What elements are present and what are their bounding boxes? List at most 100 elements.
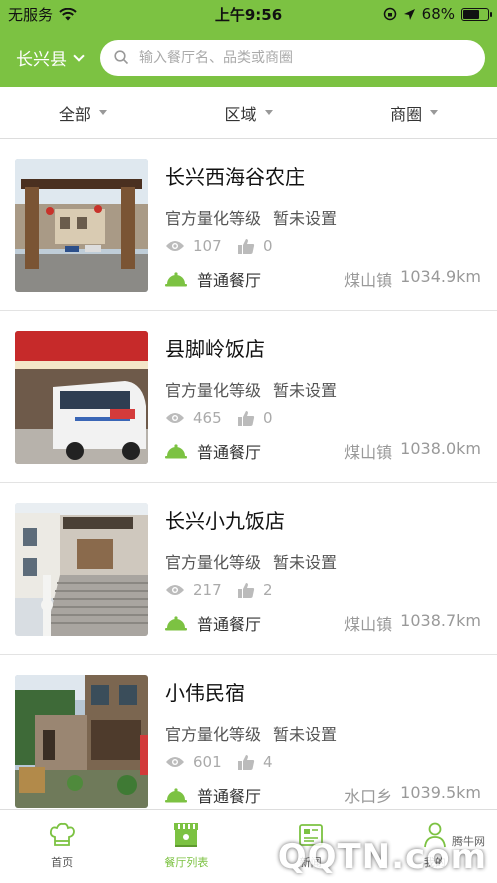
restaurant-type: 普通餐厅: [197, 615, 262, 634]
type-location-row: 普通餐厅 煤山镇 1034.9km: [165, 267, 481, 291]
views-count: 107: [193, 237, 222, 255]
restaurant-type: 普通餐厅: [197, 271, 262, 290]
restaurant-list-item[interactable]: 长兴西海谷农庄 官方量化等级 暂未设置 107 0 普通餐厅 煤山镇 1034.…: [0, 139, 497, 311]
restaurant-name: 县脚岭饭店: [165, 337, 265, 361]
restaurant-thumbnail: [15, 503, 148, 636]
battery-fill: [463, 9, 480, 19]
food-cloche-icon: [165, 788, 187, 803]
type-group: 普通餐厅: [165, 783, 261, 807]
stats-row: 465 0: [165, 407, 481, 429]
restaurant-town: 煤山镇: [344, 615, 393, 634]
filter-area[interactable]: 区域: [166, 87, 332, 138]
restaurant-info: 县脚岭饭店 官方量化等级 暂未设置 465 0 普通餐厅 煤山镇 1038.0k…: [148, 331, 481, 482]
food-cloche-icon: [165, 444, 187, 459]
building-stairs-photo: [15, 503, 148, 636]
eye-icon: [166, 585, 184, 595]
city-selector[interactable]: 长兴县: [16, 45, 100, 70]
likes-count: 2: [263, 581, 273, 599]
food-cloche-icon: [165, 272, 187, 287]
dropdown-triangle-icon: [98, 110, 107, 115]
grade-value: 暂未设置: [273, 725, 338, 744]
views-group: 601: [165, 753, 237, 771]
tab-home[interactable]: 首页: [0, 810, 124, 883]
wifi-icon: [59, 7, 77, 20]
restaurant-info: 长兴西海谷农庄 官方量化等级 暂未设置 107 0 普通餐厅 煤山镇 1034.…: [148, 159, 481, 310]
chevron-down-icon: [73, 49, 85, 62]
dropdown-triangle-icon: [264, 110, 273, 115]
filter-label: 商圈: [390, 104, 423, 124]
type-location-row: 普通餐厅 水口乡 1039.5km: [165, 783, 481, 807]
likes-group: 4: [237, 753, 273, 771]
grade-value: 暂未设置: [273, 381, 338, 400]
location-group: 煤山镇 1038.0km: [344, 439, 481, 463]
restaurant-distance: 1038.7km: [400, 611, 481, 630]
restaurant-town: 水口乡: [344, 787, 393, 806]
likes-count: 0: [263, 409, 273, 427]
views-group: 217: [165, 581, 237, 599]
restaurant-distance: 1039.5km: [400, 783, 481, 802]
grade-row: 官方量化等级 暂未设置: [165, 721, 481, 745]
location-group: 水口乡 1039.5km: [344, 783, 481, 807]
thumbs-up-icon: [238, 754, 255, 770]
filter-label: 全部: [58, 104, 91, 124]
views-group: 107: [165, 237, 237, 255]
thumbs-up-icon: [238, 582, 255, 598]
likes-group: 2: [237, 581, 273, 599]
restaurant-name: 长兴西海谷农庄: [165, 165, 305, 189]
restaurant-list[interactable]: 长兴西海谷农庄 官方量化等级 暂未设置 107 0 普通餐厅 煤山镇 1034.…: [0, 139, 497, 809]
restaurant-thumbnail: [15, 331, 148, 464]
chef-hat-icon: [50, 822, 76, 846]
eye-icon: [166, 241, 184, 251]
restaurant-name: 长兴小九饭店: [165, 509, 285, 533]
header-bar: 长兴县: [0, 28, 497, 87]
grade-value: 暂未设置: [273, 209, 338, 228]
eye-icon: [166, 757, 184, 767]
guesthouse-photo: [15, 675, 148, 808]
thumbs-up-icon: [238, 410, 255, 426]
tab-restaurant-list[interactable]: 餐厅列表: [124, 810, 248, 883]
restaurant-distance: 1038.0km: [400, 439, 481, 458]
restaurant-info: 小伟民宿 官方量化等级 暂未设置 601 4 普通餐厅 水口乡 1039.5km: [148, 675, 481, 809]
grade-label: 官方量化等级: [165, 725, 262, 744]
views-count: 465: [193, 409, 222, 427]
grade-label: 官方量化等级: [165, 381, 262, 400]
restaurant-town: 煤山镇: [344, 271, 393, 290]
food-cloche-icon: [165, 616, 187, 631]
battery-icon: [461, 7, 492, 21]
carrier-label: 无服务: [8, 5, 54, 24]
location-arrow-icon: [403, 8, 415, 20]
stats-row: 107 0: [165, 235, 481, 257]
restaurant-info: 长兴小九饭店 官方量化等级 暂未设置 217 2 普通餐厅 煤山镇 1038.7…: [148, 503, 481, 654]
likes-group: 0: [237, 237, 273, 255]
type-group: 普通餐厅: [165, 439, 261, 463]
type-location-row: 普通餐厅 煤山镇 1038.7km: [165, 611, 481, 635]
city-label: 长兴县: [16, 50, 67, 70]
watermark-small-text: 腾牛网: [450, 833, 487, 849]
restaurant-van-photo: [15, 331, 148, 464]
views-group: 465: [165, 409, 237, 427]
restaurant-town: 煤山镇: [344, 443, 393, 462]
search-box[interactable]: [100, 39, 485, 76]
status-right: 68%: [383, 5, 492, 23]
restaurant-list-item[interactable]: 小伟民宿 官方量化等级 暂未设置 601 4 普通餐厅 水口乡 1039.5km: [0, 655, 497, 809]
restaurant-list-item[interactable]: 长兴小九饭店 官方量化等级 暂未设置 217 2 普通餐厅 煤山镇 1038.7…: [0, 483, 497, 655]
search-icon: [114, 50, 129, 65]
search-input[interactable]: [139, 49, 471, 66]
grade-label: 官方量化等级: [165, 209, 262, 228]
status-time: 上午9:56: [214, 5, 283, 24]
filter-all[interactable]: 全部: [0, 87, 166, 138]
restaurant-list-item[interactable]: 县脚岭饭店 官方量化等级 暂未设置 465 0 普通餐厅 煤山镇 1038.0k…: [0, 311, 497, 483]
grade-label: 官方量化等级: [165, 553, 262, 572]
filter-business-district[interactable]: 商圈: [331, 87, 497, 138]
restaurant-distance: 1034.9km: [400, 267, 481, 286]
filter-label: 区域: [224, 104, 257, 124]
thumbs-up-icon: [238, 238, 255, 254]
top-header-area: 无服务 上午9:56 68% 长兴县: [0, 0, 497, 87]
location-group: 煤山镇 1034.9km: [344, 267, 481, 291]
restaurant-thumbnail: [15, 675, 148, 808]
tab-label: 餐厅列表: [164, 856, 209, 869]
views-count: 217: [193, 581, 222, 599]
stats-row: 217 2: [165, 579, 481, 601]
grade-row: 官方量化等级 暂未设置: [165, 377, 481, 401]
likes-group: 0: [237, 409, 273, 427]
